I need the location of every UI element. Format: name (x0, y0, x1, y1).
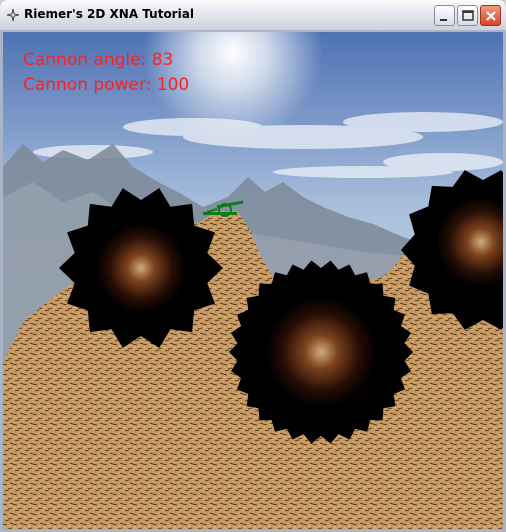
game-window: Riemer's 2D XNA Tutorial Cannon angle: 8… (0, 0, 506, 532)
crater-glow (96, 223, 186, 313)
minimize-icon (440, 19, 447, 21)
game-viewport[interactable]: Cannon angle: 83 Cannon power: 100 (3, 32, 503, 529)
minimize-button[interactable] (434, 5, 455, 26)
crater-glow (266, 297, 376, 407)
maximize-icon (462, 10, 474, 21)
game-scene (3, 32, 503, 529)
close-icon (486, 11, 496, 21)
cannon-angle-label: Cannon angle: 83 (23, 50, 174, 70)
title-bar[interactable]: Riemer's 2D XNA Tutorial (0, 0, 506, 30)
xna-app-icon (6, 8, 20, 22)
cannon-power-label: Cannon power: 100 (23, 75, 190, 95)
maximize-button[interactable] (457, 5, 478, 26)
close-button[interactable] (480, 5, 501, 26)
window-title: Riemer's 2D XNA Tutorial (24, 7, 194, 21)
